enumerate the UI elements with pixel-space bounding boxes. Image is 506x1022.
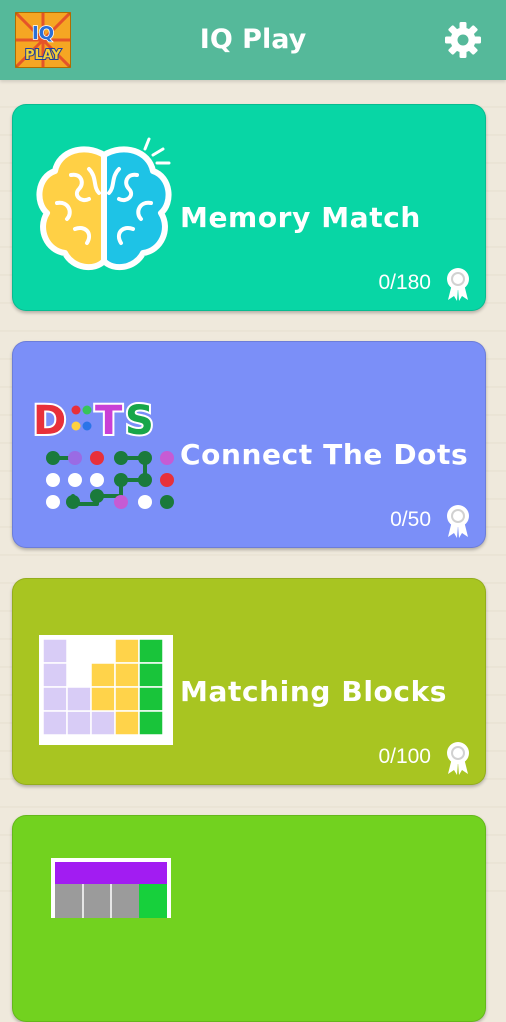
dots-icon: D T S <box>31 396 174 509</box>
card-title: Connect The Dots <box>180 438 469 471</box>
game-card-connect-the-dots[interactable]: D T S Connect The Dots 0/50 <box>12 341 486 548</box>
app-header: IQ PLAY IQ Play <box>0 0 506 80</box>
award-ribbon-icon <box>447 268 469 301</box>
svg-text:T: T <box>95 398 123 444</box>
card-score: 0/180 <box>378 271 431 294</box>
game-card-memory-match[interactable]: Memory Match 0/180 <box>12 104 486 311</box>
card-score: 0/50 <box>390 508 431 531</box>
game-card-matching-blocks[interactable]: Matching Blocks 0/100 <box>12 578 486 785</box>
card-title: Matching Blocks <box>180 675 448 708</box>
svg-text:S: S <box>125 398 154 444</box>
card-score: 0/100 <box>378 745 431 768</box>
gear-icon[interactable] <box>443 20 483 60</box>
blocks-icon <box>39 635 173 745</box>
grid-puzzle-icon <box>51 858 171 918</box>
award-ribbon-icon <box>447 742 469 775</box>
award-ribbon-icon <box>447 505 469 538</box>
game-card-4[interactable] <box>12 815 486 1022</box>
brain-icon <box>36 137 172 271</box>
card-title: Memory Match <box>180 201 421 234</box>
svg-text:D: D <box>33 398 66 444</box>
page-title: IQ Play <box>199 24 307 55</box>
